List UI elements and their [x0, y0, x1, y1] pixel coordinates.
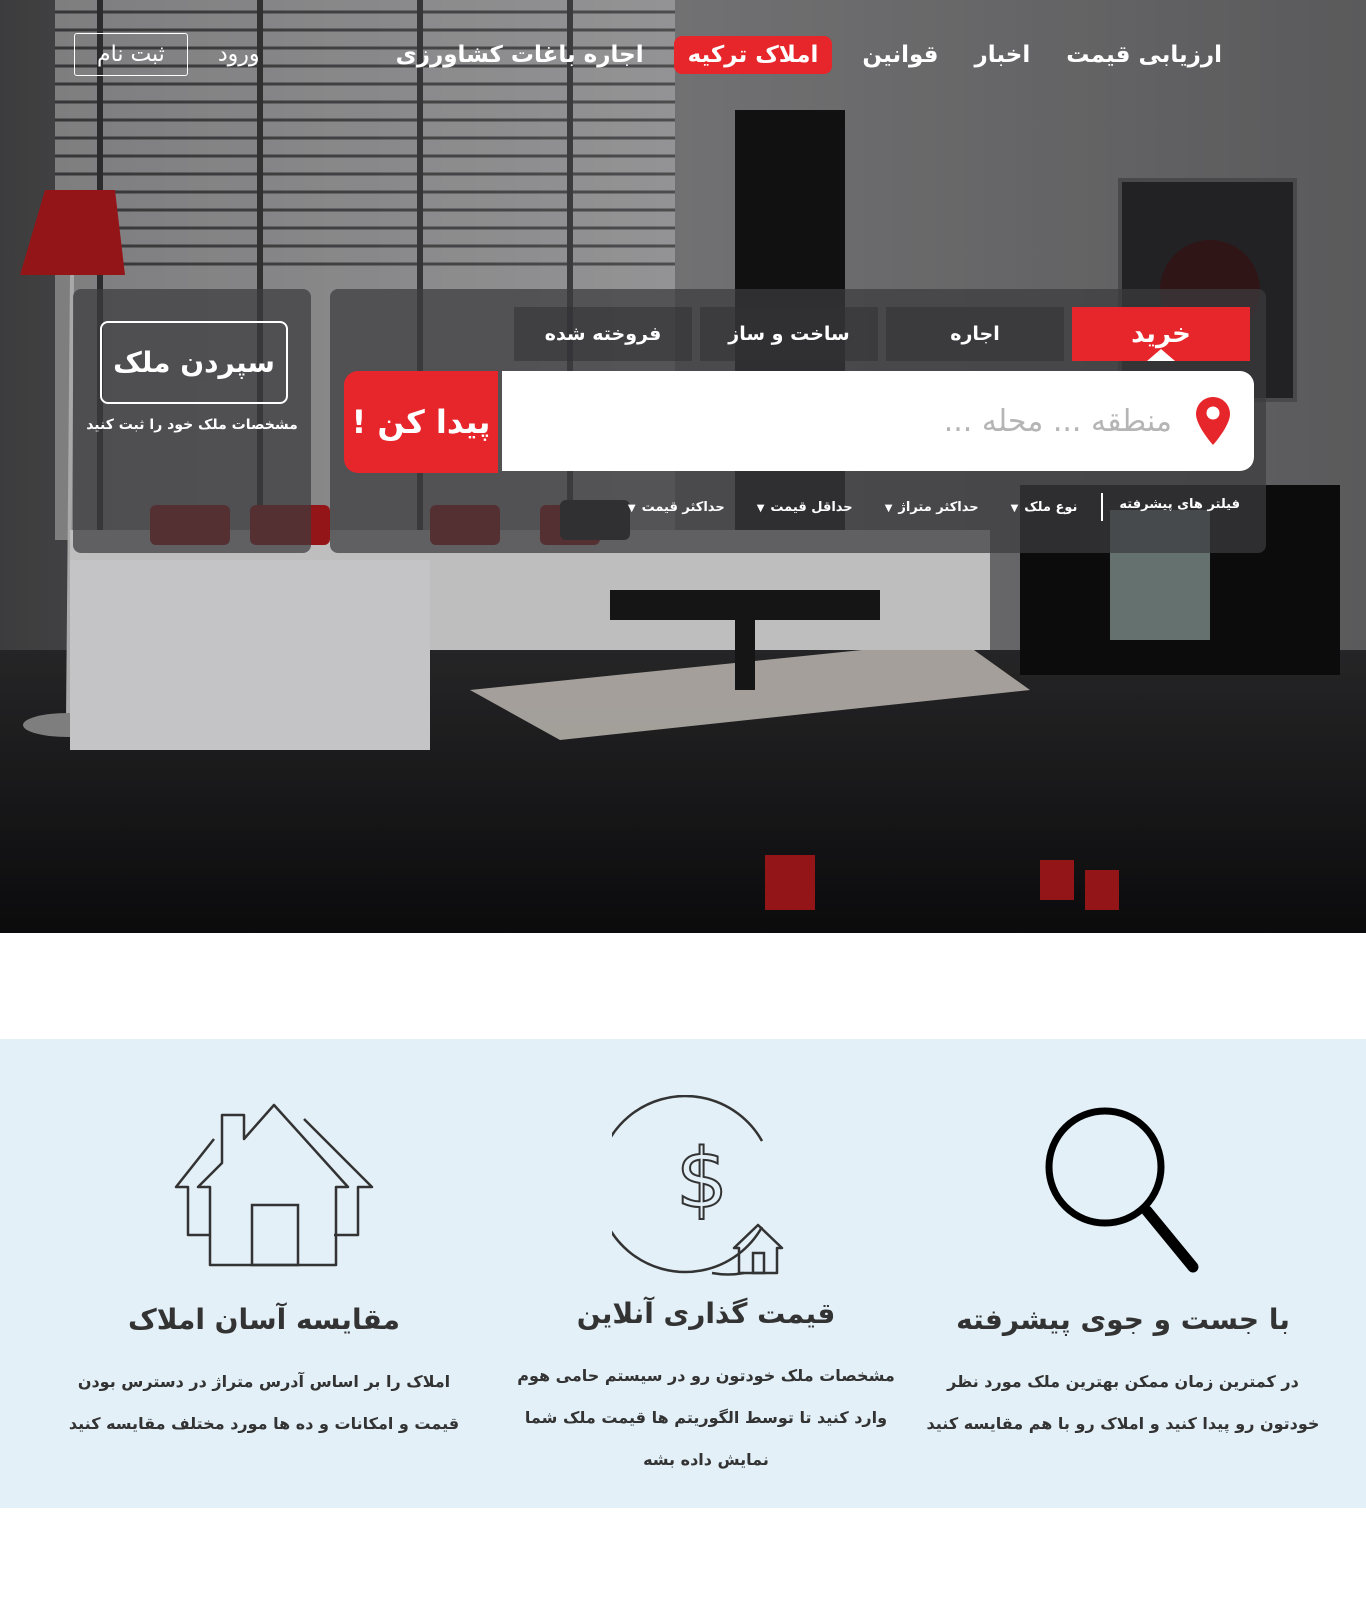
- svg-text:$: $: [676, 1132, 728, 1227]
- nav-item-news[interactable]: اخبار: [956, 36, 1048, 74]
- search-tabs: خرید اجاره ساخت و ساز فروخته شده: [506, 307, 1250, 361]
- feature-easy-compare: مقایسه آسان املاک املاک را بر اساس آدرس …: [64, 1039, 464, 1508]
- houses-icon: [174, 1103, 374, 1267]
- search-input-wrapper: [502, 371, 1254, 471]
- hero-section: ارزیابی قیمت اخبار قوانین املاک ترکیه اج…: [0, 0, 1366, 933]
- feature-title: مقایسه آسان املاک: [128, 1303, 400, 1336]
- feature-title: قیمت گذاری آنلاین: [576, 1297, 836, 1330]
- location-pin-icon: [1196, 397, 1230, 445]
- tab-buy[interactable]: خرید: [1072, 307, 1250, 361]
- filter-property-type[interactable]: نوع ملک ▼: [1011, 500, 1078, 515]
- feature-title: با جست و جوی پیشرفته: [956, 1303, 1290, 1336]
- chevron-down-icon: ▼: [1010, 502, 1019, 514]
- deposit-property-button[interactable]: سپردن ملک: [100, 321, 288, 404]
- tab-sold[interactable]: فروخته شده: [514, 307, 692, 361]
- feature-text: مشخصات ملک خودتون رو در سیستم حامی هوم و…: [517, 1366, 895, 1469]
- filter-min-price-label: حداقل قیمت: [770, 499, 853, 515]
- feature-text: در کمترین زمان ممکن بهترین ملک مورد نظر …: [926, 1372, 1320, 1433]
- register-button[interactable]: ثبت نام: [74, 33, 188, 76]
- filter-max-price-label: حداکثر قیمت: [641, 499, 725, 515]
- feature-online-pricing: $ قیمت گذاری آنلاین مشخصات ملک خودتون رو…: [506, 1039, 906, 1508]
- feature-text: املاک را بر اساس آدرس متراژ در دسترس بود…: [68, 1372, 460, 1433]
- login-link[interactable]: ورود: [218, 42, 260, 67]
- deposit-property-box: سپردن ملک مشخصات ملک خود را ثبت کنید: [73, 289, 311, 553]
- advanced-filters: فیلتر های پیشرفته نوع ملک ▼ حداکثر متراژ ▼…: [610, 493, 1240, 521]
- auth-links: ثبت نام ورود: [74, 33, 259, 76]
- chevron-down-icon: ▼: [756, 502, 765, 514]
- tab-rent[interactable]: اجاره: [886, 307, 1064, 361]
- search-row: پیدا کن !: [344, 371, 1254, 473]
- filter-max-price[interactable]: حداکثر قیمت ▼: [628, 500, 725, 515]
- filter-min-price[interactable]: حداقل قیمت ▼: [757, 500, 853, 515]
- nav-item-turkey-properties[interactable]: املاک ترکیه: [673, 36, 833, 74]
- tab-construction[interactable]: ساخت و ساز: [700, 307, 878, 361]
- main-nav: ارزیابی قیمت اخبار قوانین املاک ترکیه اج…: [378, 36, 1240, 74]
- dollar-home-icon: $: [612, 1095, 784, 1276]
- find-button[interactable]: پیدا کن !: [344, 371, 498, 473]
- nav-item-price-evaluation[interactable]: ارزیابی قیمت: [1048, 36, 1240, 74]
- filter-property-type-label: نوع ملک: [1024, 499, 1078, 515]
- chevron-down-icon: ▼: [884, 502, 893, 514]
- search-icon: [1045, 1107, 1199, 1273]
- nav-item-agricultural-gardens-rent[interactable]: اجاره باغات کشاورزی: [378, 36, 662, 74]
- features-section: با جست و جوی پیشرفته در کمترین زمان ممکن…: [0, 1039, 1366, 1508]
- deposit-property-subtitle: مشخصات ملک خود را ثبت کنید: [86, 417, 298, 433]
- chevron-down-icon: ▼: [627, 502, 636, 514]
- filter-max-area[interactable]: حداکثر متراژ ▼: [885, 500, 979, 515]
- feature-advanced-search: با جست و جوی پیشرفته در کمترین زمان ممکن…: [923, 1039, 1323, 1508]
- search-panel: خرید اجاره ساخت و ساز فروخته شده پیدا کن…: [330, 289, 1266, 553]
- nav-item-laws[interactable]: قوانین: [844, 36, 956, 74]
- search-input[interactable]: [502, 403, 1172, 439]
- filter-max-area-label: حداکثر متراژ: [898, 499, 979, 515]
- advanced-filters-label[interactable]: فیلتر های پیشرفته: [1101, 493, 1240, 521]
